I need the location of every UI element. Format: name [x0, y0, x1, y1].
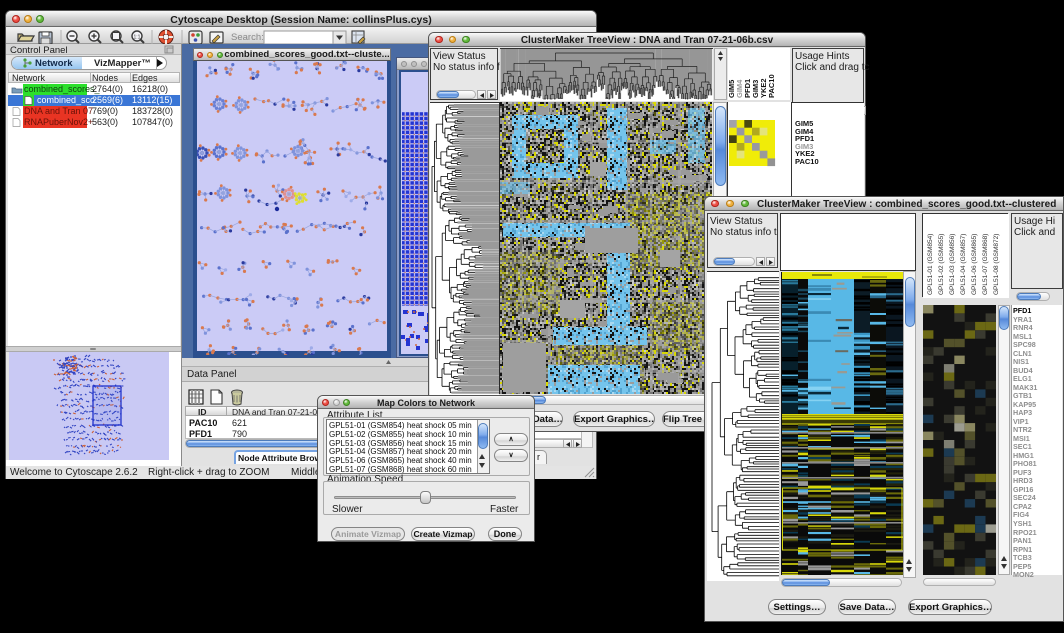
- svg-text:GPL51-06 (GSM865): GPL51-06 (GSM865): [971, 234, 978, 295]
- svg-text:1:1: 1:1: [134, 35, 141, 41]
- svg-text:Search:: Search:: [231, 32, 264, 43]
- svg-text:GPL51-02 (GSM855): GPL51-02 (GSM855): [938, 234, 945, 295]
- svg-text:GPL51-03 (GSM856): GPL51-03 (GSM856): [949, 234, 956, 295]
- svg-text:GPL51-07 (GSM868): GPL51-07 (GSM868): [982, 234, 989, 295]
- svg-text:GPL51-08 (GSM872): GPL51-08 (GSM872): [993, 234, 1000, 295]
- svg-text:PAC10: PAC10: [767, 74, 776, 98]
- svg-text:GPL51-04 (GSM857): GPL51-04 (GSM857): [960, 234, 967, 295]
- svg-text:GPL51-01 (GSM854): GPL51-01 (GSM854): [927, 234, 934, 295]
